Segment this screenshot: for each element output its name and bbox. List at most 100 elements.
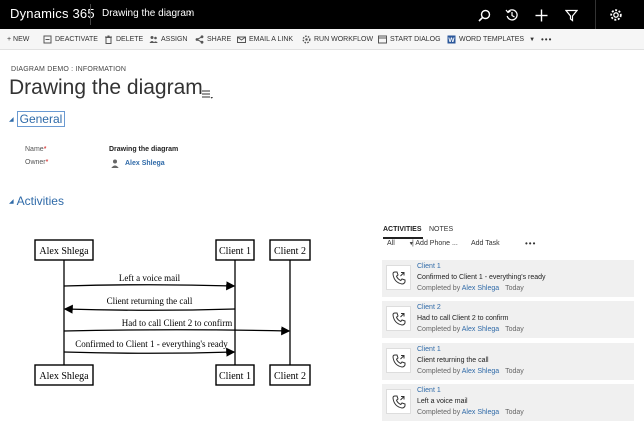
general-section-header[interactable]: ◢ General xyxy=(9,111,66,127)
activities-section-header[interactable]: ◢ Activities xyxy=(9,194,64,208)
activity-card[interactable]: Client 1 Client returning the call Complet… xyxy=(382,343,634,380)
owner-label-text: Owner xyxy=(25,159,46,166)
completed-by-user-link[interactable]: Alex Shlega xyxy=(462,326,499,333)
message-arrow xyxy=(63,281,236,291)
filter-icon[interactable] xyxy=(561,5,581,25)
required-indicator: * xyxy=(43,146,47,153)
assign-button[interactable]: ASSIGN xyxy=(149,29,187,50)
tab-activities[interactable]: ACTIVITIES xyxy=(383,226,422,233)
share-button[interactable]: SHARE xyxy=(195,29,231,50)
active-tab-indicator xyxy=(383,237,423,239)
divider xyxy=(90,4,91,25)
word-templates-button[interactable]: W WORD TEMPLATES ▼ xyxy=(447,29,535,50)
form-selector-icon[interactable] xyxy=(202,86,213,99)
deactivate-label: DEACTIVATE xyxy=(55,36,98,43)
assign-label: ASSIGN xyxy=(161,36,188,43)
tab-notes[interactable]: NOTES xyxy=(429,226,453,233)
message-label: Left a voice mail xyxy=(119,273,181,283)
general-section-title: General xyxy=(16,111,66,127)
plus-icon[interactable] xyxy=(531,5,551,25)
activity-regarding-link[interactable]: Client 1 xyxy=(417,387,441,394)
command-bar: + NEW DEACTIVATE DELETE ASSIGN SHARE EMA… xyxy=(0,29,644,50)
activity-date: Today xyxy=(505,326,524,333)
add-task-button[interactable]: Add Task xyxy=(471,240,500,247)
message-label: Confirmed to Client 1 - everything's rea… xyxy=(75,339,228,349)
activity-subject[interactable]: Left a voice mail xyxy=(417,398,468,405)
name-field-value[interactable]: Drawing the diagram xyxy=(109,146,178,153)
participant-label: Alex Shlega xyxy=(39,371,89,382)
activity-date: Today xyxy=(505,285,524,292)
activities-section-title: Activities xyxy=(16,194,64,208)
participant-label: Client 2 xyxy=(274,246,306,257)
email-link-label: EMAIL A LINK xyxy=(249,36,294,43)
share-icon xyxy=(195,35,204,44)
activity-subject[interactable]: Confirmed to Client 1 - everything's rea… xyxy=(417,274,546,281)
collapse-triangle-icon: ◢ xyxy=(9,116,14,123)
message-label: Client returning the call xyxy=(107,296,193,306)
activity-card[interactable]: Client 1 Left a voice mail Completed by Al… xyxy=(382,384,634,421)
participant-label: Alex Shlega xyxy=(39,246,89,257)
delete-button[interactable]: DELETE xyxy=(104,29,143,50)
start-dialog-button[interactable]: START DIALOG xyxy=(378,29,441,50)
start-dialog-label: START DIALOG xyxy=(390,36,441,43)
activity-meta: Completed by Alex Shlega Today xyxy=(417,326,524,333)
message-label: Had to call Client 2 to confirm xyxy=(122,318,232,328)
delete-label: DELETE xyxy=(116,36,144,43)
phone-call-icon xyxy=(386,265,411,290)
add-phone-call-button[interactable]: | Add Phone ... xyxy=(412,240,458,247)
phone-call-icon xyxy=(386,306,411,331)
gear-icon[interactable] xyxy=(606,5,626,25)
deactivate-icon xyxy=(43,35,52,44)
activity-meta: Completed by Alex Shlega Today xyxy=(417,409,524,416)
activity-card[interactable]: Client 1 Confirmed to Client 1 - everythi… xyxy=(382,260,634,297)
divider xyxy=(595,0,596,29)
participant-label: Client 2 xyxy=(274,371,306,382)
activity-meta: Completed by Alex Shlega Today xyxy=(417,368,524,375)
completed-by-label: Completed by xyxy=(417,409,461,416)
activity-card[interactable]: Client 2 Had to call Client 2 to confirm C… xyxy=(382,301,634,338)
activity-regarding-link[interactable]: Client 1 xyxy=(417,263,441,270)
participant-label: Client 1 xyxy=(219,246,251,257)
phone-call-icon xyxy=(386,389,411,414)
owner-link[interactable]: Alex Shlega xyxy=(125,160,165,167)
participant-label: Client 1 xyxy=(219,371,251,382)
completed-by-label: Completed by xyxy=(417,368,461,375)
activity-regarding-link[interactable]: Client 1 xyxy=(417,346,441,353)
assign-icon xyxy=(149,35,158,44)
completed-by-user-link[interactable]: Alex Shlega xyxy=(462,285,499,292)
history-icon[interactable] xyxy=(502,5,522,25)
more-activity-options-button[interactable]: ••• xyxy=(525,239,536,248)
run-workflow-button[interactable]: RUN WORKFLOW xyxy=(302,29,373,50)
completed-by-user-link[interactable]: Alex Shlega xyxy=(462,409,499,416)
message-arrow xyxy=(63,304,236,314)
search-icon[interactable] xyxy=(474,5,494,25)
run-workflow-label: RUN WORKFLOW xyxy=(314,36,374,43)
word-icon: W xyxy=(447,35,456,44)
dialog-icon xyxy=(378,35,387,44)
owner-field-label: Owner* xyxy=(25,159,48,166)
activity-subject[interactable]: Client returning the call xyxy=(417,357,489,364)
app-name[interactable]: Dynamics 365 xyxy=(10,6,95,21)
trash-icon xyxy=(104,35,113,44)
activity-date: Today xyxy=(505,368,524,375)
required-indicator: * xyxy=(45,159,49,166)
user-icon xyxy=(111,159,119,168)
phone-call-icon xyxy=(386,348,411,373)
activity-subject[interactable]: Had to call Client 2 to confirm xyxy=(417,315,508,322)
activity-filter-dropdown[interactable]: All ▼ xyxy=(387,240,414,247)
owner-field-value[interactable]: Alex Shlega xyxy=(111,159,165,168)
more-commands-button[interactable]: ••• xyxy=(541,29,552,50)
breadcrumb[interactable]: Drawing the diagram xyxy=(102,8,194,19)
deactivate-button[interactable]: DEACTIVATE xyxy=(43,29,98,50)
sequence-diagram: Alex Shlega Alex Shlega Client 1 Client 1 Cl… xyxy=(28,236,328,396)
workflow-icon xyxy=(302,35,311,44)
completed-by-user-link[interactable]: Alex Shlega xyxy=(462,368,499,375)
completed-by-label: Completed by xyxy=(417,326,461,333)
new-button[interactable]: + NEW xyxy=(7,29,29,50)
email-link-button[interactable]: EMAIL A LINK xyxy=(237,29,293,50)
name-label-text: Name xyxy=(25,146,44,153)
message-arrow xyxy=(63,326,291,336)
chevron-right-icon[interactable]: › xyxy=(188,7,192,19)
activity-regarding-link[interactable]: Client 2 xyxy=(417,304,441,311)
new-button-label: + NEW xyxy=(7,36,30,43)
